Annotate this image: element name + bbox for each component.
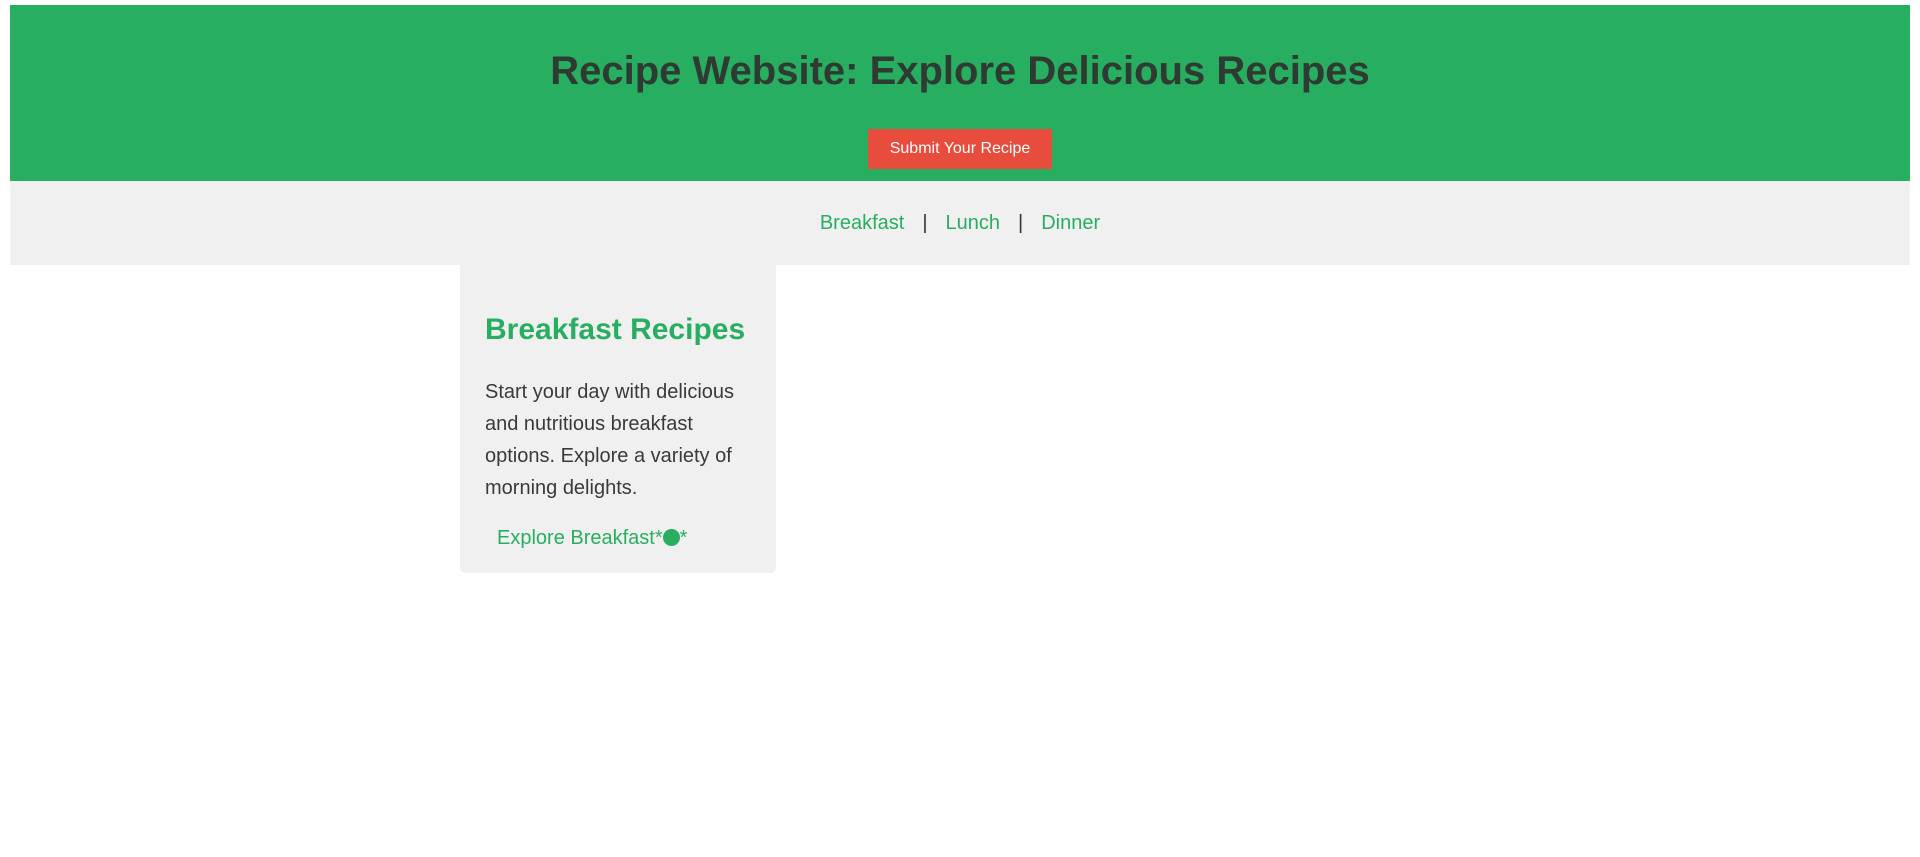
green-dot-icon	[662, 529, 680, 546]
page-title: Recipe Website: Explore Delicious Recipe…	[550, 49, 1370, 93]
nav-link-lunch[interactable]: Lunch	[946, 212, 1001, 234]
nav-link-breakfast[interactable]: Breakfast	[820, 212, 904, 234]
nav-separator: |	[1018, 212, 1024, 234]
explore-link-label: Explore Breakfast*	[497, 527, 663, 549]
site-header: Recipe Website: Explore Delicious Recipe…	[10, 5, 1910, 181]
nav-link-dinner[interactable]: Dinner	[1041, 212, 1100, 234]
nav-separator: |	[922, 212, 928, 234]
card-title: Breakfast Recipes	[485, 313, 746, 346]
page: Recipe Website: Explore Delicious Recipe…	[0, 0, 1920, 857]
explore-breakfast-link[interactable]: Explore Breakfast* *	[497, 525, 687, 551]
card-description: Start your day with delicious and nutrit…	[485, 381, 735, 499]
submit-recipe-button[interactable]: Submit Your Recipe	[868, 129, 1052, 169]
category-nav: Breakfast | Lunch | Dinner	[10, 181, 1910, 265]
explore-link-suffix: *	[679, 527, 688, 549]
breakfast-card: Breakfast Recipes Start your day with de…	[460, 265, 776, 573]
